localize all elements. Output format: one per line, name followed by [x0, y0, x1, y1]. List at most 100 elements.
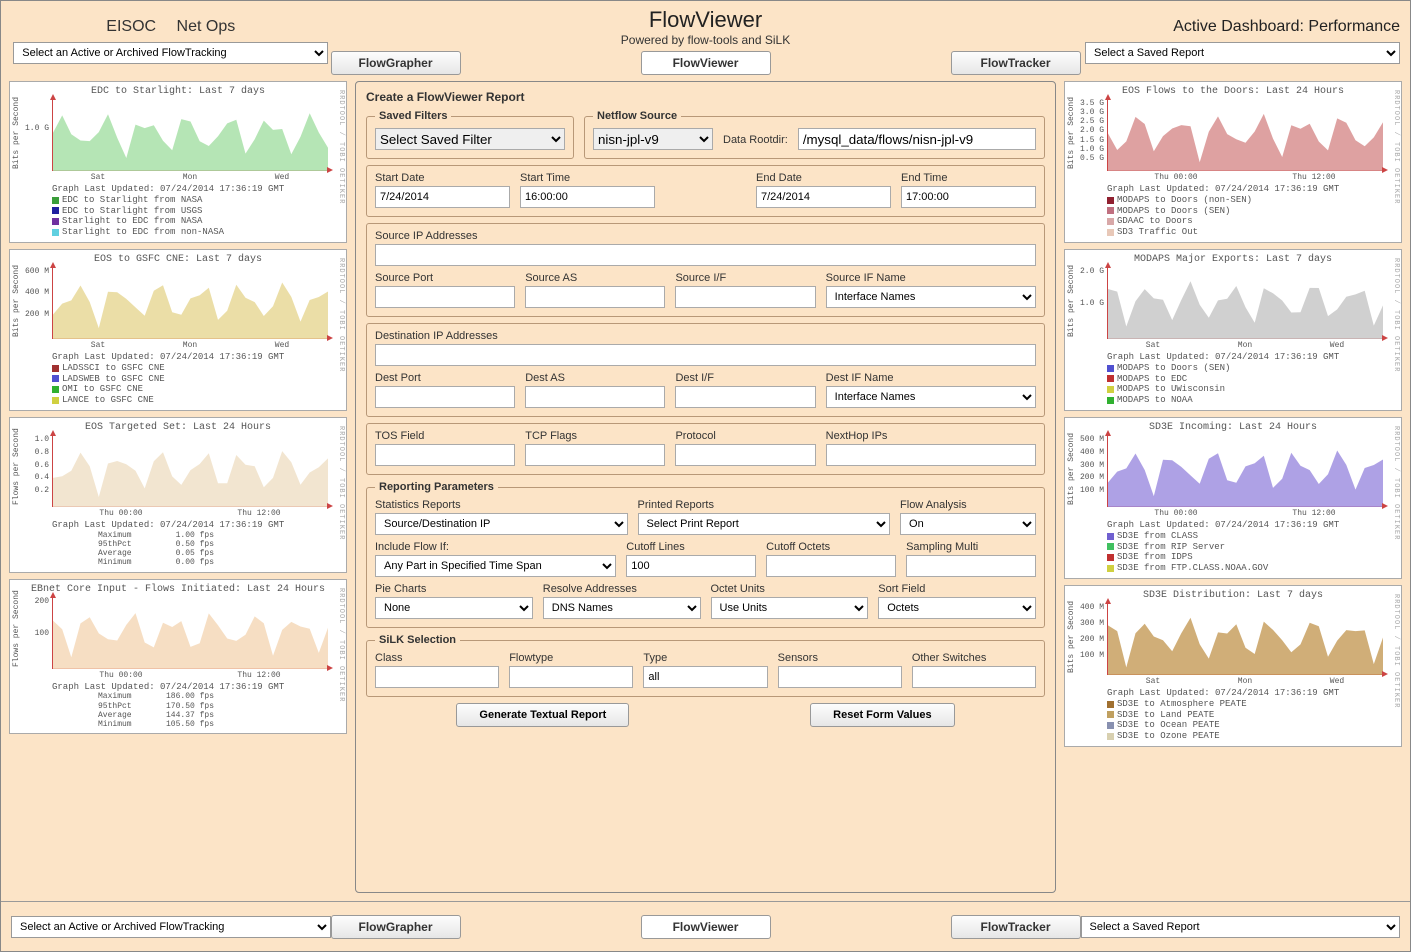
- stat-reports-select[interactable]: Source/Destination IP: [375, 513, 628, 535]
- chart-title: EBnet Core Input - Flows Initiated: Last…: [16, 584, 340, 595]
- flowtracking-select-bottom[interactable]: Select an Active or Archived FlowTrackin…: [11, 916, 331, 938]
- reset-form-button[interactable]: Reset Form Values: [810, 703, 954, 727]
- nexthop-input[interactable]: [826, 444, 1036, 466]
- legend-swatch: [1107, 397, 1114, 404]
- chart-title: MODAPS Major Exports: Last 7 days: [1071, 254, 1395, 265]
- legend-swatch: [1107, 197, 1114, 204]
- dest-ip-input[interactable]: [375, 344, 1036, 366]
- flowtracking-select-top[interactable]: Select an Active or Archived FlowTrackin…: [13, 42, 328, 64]
- start-date-input[interactable]: [375, 186, 510, 208]
- chart-updated: Graph Last Updated: 07/24/2014 17:36:19 …: [1107, 520, 1395, 531]
- mini-chart[interactable]: SD3E Incoming: Last 24 Hours RRDTOOL / T…: [1064, 417, 1402, 579]
- generate-report-button[interactable]: Generate Textual Report: [456, 703, 629, 727]
- chart-updated: Graph Last Updated: 07/24/2014 17:36:19 …: [52, 184, 340, 195]
- legend-swatch: [52, 218, 59, 225]
- chart-updated: Graph Last Updated: 07/24/2014 17:36:19 …: [52, 520, 340, 531]
- source-as-input[interactable]: [525, 286, 665, 308]
- flowtracker-button-bottom[interactable]: FlowTracker: [951, 915, 1081, 939]
- flowviewer-button[interactable]: FlowViewer: [641, 51, 771, 75]
- source-if-input[interactable]: [675, 286, 815, 308]
- tos-input[interactable]: [375, 444, 515, 466]
- saved-report-select-top[interactable]: Select a Saved Report: [1085, 42, 1400, 64]
- source-port-input[interactable]: [375, 286, 515, 308]
- tcp-flags-input[interactable]: [525, 444, 665, 466]
- link-netops[interactable]: Net Ops: [177, 18, 236, 35]
- dashboard-label: Active Dashboard: Performance: [1173, 18, 1400, 36]
- resolve-addr-select[interactable]: DNS Names: [543, 597, 701, 619]
- chart-plot: 1.0 G: [52, 99, 328, 171]
- protocol-input[interactable]: [675, 444, 815, 466]
- dest-port-input[interactable]: [375, 386, 515, 408]
- silk-class-input[interactable]: [375, 666, 499, 688]
- legend-swatch: [1107, 701, 1114, 708]
- silk-type-input[interactable]: [643, 666, 767, 688]
- silk-sensors-input[interactable]: [778, 666, 902, 688]
- legend-swatch: [52, 207, 59, 214]
- legend-swatch: [52, 365, 59, 372]
- legend-swatch: [52, 197, 59, 204]
- rootdir-label: Data Rootdir:: [723, 134, 788, 150]
- include-flow-select[interactable]: Any Part in Specified Time Span: [375, 555, 616, 577]
- sampling-multi-input[interactable]: [906, 555, 1036, 577]
- pie-charts-select[interactable]: None: [375, 597, 533, 619]
- chart-title: EOS Flows to the Doors: Last 24 Hours: [1071, 86, 1395, 97]
- legend-swatch: [1107, 207, 1114, 214]
- mini-chart[interactable]: MODAPS Major Exports: Last 7 days RRDTOO…: [1064, 249, 1402, 411]
- legend-swatch: [52, 386, 59, 393]
- dest-ifname-select[interactable]: Interface Names: [826, 386, 1036, 408]
- panel-title: Create a FlowViewer Report: [366, 90, 1045, 104]
- printed-reports-select[interactable]: Select Print Report: [638, 513, 891, 535]
- mini-chart[interactable]: EOS Targeted Set: Last 24 Hours RRDTOOL …: [9, 417, 347, 573]
- sort-field-select[interactable]: Octets: [878, 597, 1036, 619]
- mini-chart[interactable]: SD3E Distribution: Last 7 days RRDTOOL /…: [1064, 585, 1402, 747]
- silk-switches-input[interactable]: [912, 666, 1036, 688]
- source-ip-input[interactable]: [375, 244, 1036, 266]
- saved-filter-select[interactable]: Select Saved Filter: [375, 128, 565, 150]
- legend-swatch: [1107, 533, 1114, 540]
- netflow-source-select[interactable]: nisn-jpl-v9: [593, 128, 713, 150]
- silk-flowtype-input[interactable]: [509, 666, 633, 688]
- dest-if-input[interactable]: [675, 386, 815, 408]
- end-date-input[interactable]: [756, 186, 891, 208]
- chart-plot: 400 M300 M200 M100 M: [1107, 603, 1383, 675]
- flow-analysis-select[interactable]: On: [900, 513, 1036, 535]
- octet-units-select[interactable]: Use Units: [711, 597, 869, 619]
- flowgrapher-button-bottom[interactable]: FlowGrapher: [331, 915, 461, 939]
- legend-swatch: [1107, 733, 1114, 740]
- report-form-panel: Create a FlowViewer Report Saved Filters…: [355, 81, 1056, 893]
- legend-swatch: [1107, 229, 1114, 236]
- legend-swatch: [1107, 554, 1114, 561]
- chart-title: SD3E Distribution: Last 7 days: [1071, 590, 1395, 601]
- mini-chart[interactable]: EOS Flows to the Doors: Last 24 Hours RR…: [1064, 81, 1402, 243]
- chart-updated: Graph Last Updated: 07/24/2014 17:36:19 …: [1107, 184, 1395, 195]
- saved-report-select-bottom[interactable]: Select a Saved Report: [1081, 916, 1401, 938]
- source-ifname-select[interactable]: Interface Names: [826, 286, 1036, 308]
- chart-updated: Graph Last Updated: 07/24/2014 17:36:19 …: [52, 352, 340, 363]
- right-sidebar: EOS Flows to the Doors: Last 24 Hours RR…: [1064, 81, 1402, 893]
- legend-swatch: [52, 397, 59, 404]
- silk-legend: SiLK Selection: [375, 634, 460, 646]
- mini-chart[interactable]: EDC to Starlight: Last 7 days RRDTOOL / …: [9, 81, 347, 243]
- legend-swatch: [1107, 543, 1114, 550]
- cutoff-octets-input[interactable]: [766, 555, 896, 577]
- flowgrapher-button[interactable]: FlowGrapher: [331, 51, 461, 75]
- legend-swatch: [52, 229, 59, 236]
- netflow-legend: Netflow Source: [593, 110, 681, 122]
- legend-swatch: [1107, 218, 1114, 225]
- legend-swatch: [1107, 386, 1114, 393]
- end-time-input[interactable]: [901, 186, 1036, 208]
- link-eisoc[interactable]: EISOC: [106, 18, 156, 35]
- chart-plot: 500 M400 M300 M200 M100 M: [1107, 435, 1383, 507]
- rootdir-input[interactable]: [798, 128, 1036, 150]
- dest-as-input[interactable]: [525, 386, 665, 408]
- flowviewer-button-bottom[interactable]: FlowViewer: [641, 915, 771, 939]
- flowtracker-button[interactable]: FlowTracker: [951, 51, 1081, 75]
- chart-plot: 200100: [52, 597, 328, 669]
- legend-swatch: [1107, 722, 1114, 729]
- cutoff-lines-input[interactable]: [626, 555, 756, 577]
- chart-updated: Graph Last Updated: 07/24/2014 17:36:19 …: [52, 682, 340, 693]
- chart-plot: 600 M400 M200 M: [52, 267, 328, 339]
- start-time-input[interactable]: [520, 186, 655, 208]
- mini-chart[interactable]: EBnet Core Input - Flows Initiated: Last…: [9, 579, 347, 735]
- mini-chart[interactable]: EOS to GSFC CNE: Last 7 days RRDTOOL / T…: [9, 249, 347, 411]
